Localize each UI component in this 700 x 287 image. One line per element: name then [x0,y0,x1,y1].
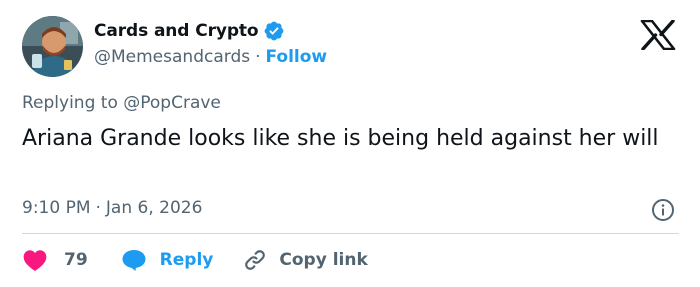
divider [22,233,679,234]
author-name-row: Cards and Crypto [94,20,285,42]
tweet-date: Jan 6, 2026 [105,198,203,218]
tweet-card: Cards and Crypto @Memesandcards · Follow… [0,0,700,287]
follow-button[interactable]: Follow [266,47,328,67]
copy-link-label: Copy link [279,250,368,270]
reply-mention-link[interactable]: @PopCrave [123,93,221,113]
like-button[interactable]: 79 [22,248,88,272]
tweet-timestamp[interactable]: 9:10 PM · Jan 6, 2026 [22,198,202,218]
separator-dot: · [255,47,261,67]
avatar[interactable] [22,16,83,77]
author-display-name[interactable]: Cards and Crypto [94,21,259,41]
author-handle-row: @Memesandcards · Follow [94,47,327,67]
reply-label: Reply [159,250,214,270]
separator-dot: · [95,198,101,218]
heart-icon [22,248,48,272]
reply-context-prefix: Replying to [22,93,118,113]
action-bar: 79 Reply Copy link [22,247,368,273]
reply-button[interactable]: Reply [121,248,214,272]
tweet-text: Ariana Grande looks like she is being he… [22,126,659,151]
author-handle[interactable]: @Memesandcards [94,47,250,67]
x-logo-icon[interactable] [640,19,676,51]
verified-badge-icon [263,20,285,42]
tweet-time: 9:10 PM [22,198,91,218]
copy-link-button[interactable]: Copy link [243,248,368,272]
reply-context: Replying to @PopCrave [22,93,221,113]
info-icon[interactable] [651,198,675,222]
speech-bubble-icon [121,248,147,272]
like-count: 79 [64,250,88,270]
link-icon [243,248,267,272]
